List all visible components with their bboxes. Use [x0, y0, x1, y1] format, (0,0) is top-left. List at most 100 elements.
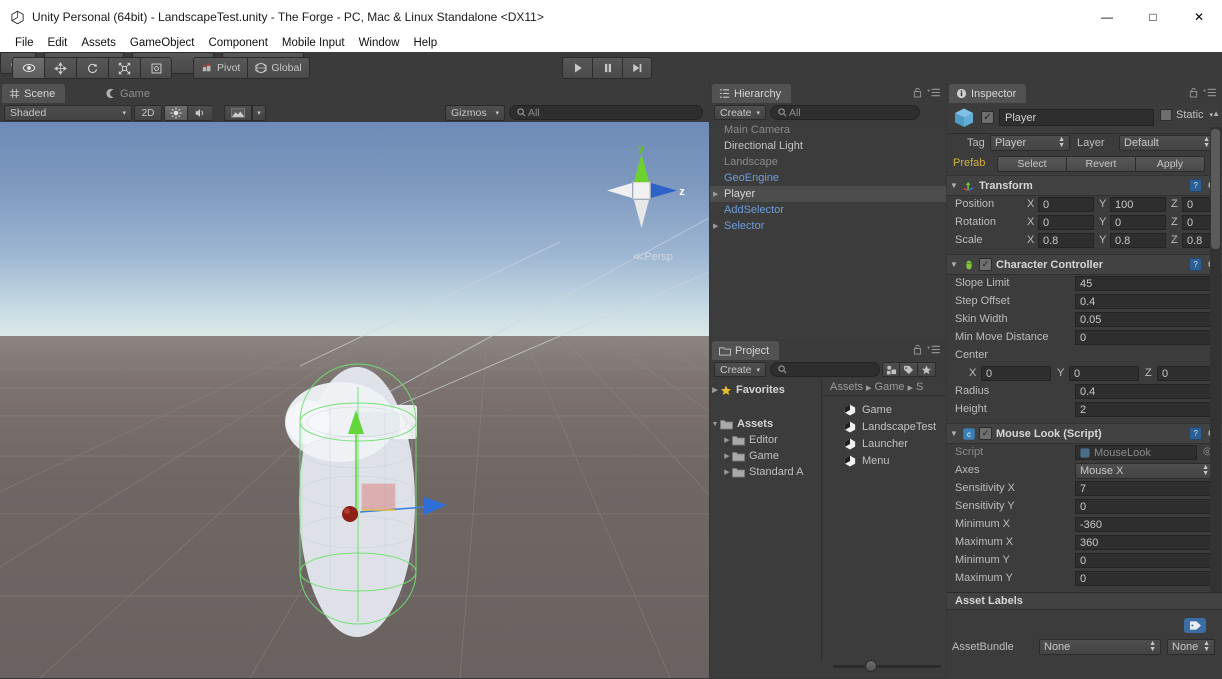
- layer-dropdown[interactable]: Default ▲ ▼: [1119, 135, 1215, 151]
- menu-file[interactable]: File: [8, 34, 41, 52]
- height-field[interactable]: 2: [1075, 402, 1214, 417]
- center-y-field[interactable]: 0: [1069, 366, 1139, 381]
- scroll-up-arrow-icon[interactable]: ▲: [1212, 109, 1220, 118]
- tab-project[interactable]: Project: [712, 341, 780, 360]
- minimum-y-field[interactable]: 0: [1075, 553, 1214, 568]
- hierarchy-list[interactable]: Main Camera Directional Light Landscape …: [710, 122, 946, 340]
- hierarchy-create-button[interactable]: Create ▾: [714, 105, 766, 120]
- prefab-select-button[interactable]: Select: [997, 156, 1067, 172]
- project-tree-editor[interactable]: ▶ Editor: [710, 432, 821, 448]
- filter-by-type-button[interactable]: [882, 362, 900, 377]
- global-button[interactable]: Global: [247, 57, 310, 79]
- slider-knob[interactable]: [865, 660, 877, 672]
- component-enabled-checkbox[interactable]: ✓: [979, 427, 992, 440]
- maximize-button[interactable]: □: [1130, 0, 1176, 34]
- panel-options-icon[interactable]: [927, 345, 940, 354]
- filter-by-label-button[interactable]: [900, 362, 918, 377]
- axes-dropdown[interactable]: Mouse X ▲ ▼: [1075, 463, 1214, 479]
- breadcrumb-item-game[interactable]: Game: [875, 381, 905, 393]
- hierarchy-panel-menu[interactable]: [913, 87, 940, 98]
- scale-y-field[interactable]: 0.8: [1110, 233, 1166, 248]
- center-x-field[interactable]: 0: [981, 366, 1051, 381]
- menu-assets[interactable]: Assets: [74, 34, 123, 52]
- hierarchy-item-player[interactable]: ▶ Player: [710, 186, 946, 202]
- panel-options-icon[interactable]: [927, 88, 940, 97]
- tab-inspector[interactable]: Inspector: [949, 84, 1027, 103]
- object-name-field[interactable]: Player: [999, 109, 1154, 126]
- hierarchy-item-main-camera[interactable]: Main Camera: [710, 122, 946, 138]
- lock-icon[interactable]: [913, 344, 922, 355]
- maximum-x-field[interactable]: 360: [1075, 535, 1214, 550]
- tab-scene[interactable]: Scene: [2, 84, 66, 103]
- minimum-x-field[interactable]: -360: [1075, 517, 1214, 532]
- menu-gameobject[interactable]: GameObject: [123, 34, 202, 52]
- min-move-distance-field[interactable]: 0: [1075, 330, 1214, 345]
- label-tag-button[interactable]: [1184, 618, 1206, 633]
- project-zoom-slider[interactable]: [823, 660, 943, 672]
- lock-icon[interactable]: [913, 87, 922, 98]
- project-tree-assets[interactable]: ▼ Assets: [710, 416, 821, 432]
- prefab-revert-button[interactable]: Revert: [1067, 156, 1136, 172]
- object-active-checkbox[interactable]: ✓: [981, 111, 994, 124]
- project-create-button[interactable]: Create ▾: [714, 362, 766, 377]
- component-header-character-controller[interactable]: ▼ ✓ Character Controller ? ⚙: [947, 254, 1222, 275]
- toggle-lighting-button[interactable]: [164, 105, 188, 121]
- radius-field[interactable]: 0.4: [1075, 384, 1214, 399]
- project-tree[interactable]: ▶ Favorites ▼ Assets ▶ Editor ▶ Game ▶ S…: [710, 379, 822, 660]
- tab-hierarchy[interactable]: Hierarchy: [712, 84, 792, 103]
- slope-limit-field[interactable]: 45: [1075, 276, 1214, 291]
- scale-x-field[interactable]: 0.8: [1038, 233, 1094, 248]
- rotation-y-field[interactable]: 0: [1110, 215, 1166, 230]
- rotate-tool-button[interactable]: [76, 57, 108, 79]
- pivot-button[interactable]: Pivot: [193, 57, 248, 79]
- component-header-transform[interactable]: ▼ Transform ? ⚙: [947, 175, 1222, 196]
- hierarchy-item-selector[interactable]: ▶ Selector: [710, 218, 946, 234]
- lock-icon[interactable]: [1189, 87, 1198, 98]
- project-search-input[interactable]: [770, 362, 880, 377]
- menu-help[interactable]: Help: [406, 34, 444, 52]
- expand-arrow-icon[interactable]: ▶: [722, 452, 732, 460]
- center-z-field[interactable]: 0: [1157, 366, 1216, 381]
- project-tree-game[interactable]: ▶ Game: [710, 448, 821, 464]
- project-file-game[interactable]: Game: [822, 401, 946, 418]
- scrollbar-thumb[interactable]: [1211, 129, 1220, 249]
- hierarchy-search-input[interactable]: All: [770, 105, 920, 120]
- static-flags-toggle[interactable]: Static ▾: [1160, 109, 1213, 121]
- pause-button[interactable]: [592, 57, 622, 79]
- project-file-landscapetest[interactable]: LandscapeTest: [822, 418, 946, 435]
- favorites-filter-button[interactable]: [918, 362, 936, 377]
- project-file-menu[interactable]: Menu: [822, 452, 946, 469]
- inspector-panel-menu[interactable]: [1189, 87, 1216, 98]
- toggle-effects-button[interactable]: [224, 105, 252, 121]
- help-icon[interactable]: ?: [1189, 427, 1203, 440]
- collapse-arrow-icon[interactable]: ▼: [947, 260, 961, 269]
- shading-mode-dropdown[interactable]: Shaded ▾: [4, 105, 132, 121]
- expand-arrow-icon[interactable]: ▶: [722, 436, 732, 444]
- tag-dropdown[interactable]: Player ▲ ▼: [990, 135, 1070, 151]
- move-tool-button[interactable]: [44, 57, 76, 79]
- expand-arrow-icon[interactable]: ▶: [713, 222, 718, 230]
- sensitivity-y-field[interactable]: 0: [1075, 499, 1214, 514]
- help-icon[interactable]: ?: [1189, 179, 1203, 192]
- expand-arrow-icon[interactable]: ▶: [713, 190, 718, 198]
- panel-options-icon[interactable]: [1203, 88, 1216, 97]
- breadcrumb-item-assets[interactable]: Assets: [830, 381, 863, 393]
- step-button[interactable]: [622, 57, 652, 79]
- prefab-apply-button[interactable]: Apply: [1136, 156, 1205, 172]
- project-tree-standard-assets[interactable]: ▶ Standard A: [710, 464, 821, 480]
- gizmos-dropdown[interactable]: Gizmos ▾: [445, 105, 505, 121]
- inspector-scrollbar[interactable]: [1210, 127, 1221, 667]
- project-panel-menu[interactable]: [913, 344, 940, 355]
- effects-dropdown-button[interactable]: ▾: [252, 105, 266, 121]
- project-file-list[interactable]: Assets ▸ Game ▸ S Game LandscapeTest Lau…: [822, 379, 946, 660]
- minimize-button[interactable]: —: [1084, 0, 1130, 34]
- position-x-field[interactable]: 0: [1038, 197, 1094, 212]
- collapse-arrow-icon[interactable]: ▼: [947, 429, 961, 438]
- collapse-arrow-icon[interactable]: ▼: [947, 181, 961, 190]
- scene-viewport[interactable]: y z ≪Persp: [0, 122, 709, 678]
- help-icon[interactable]: ?: [1189, 258, 1203, 271]
- collapse-arrow-icon[interactable]: ▼: [710, 421, 720, 428]
- project-tree-favorites[interactable]: ▶ Favorites: [710, 382, 821, 398]
- menu-edit[interactable]: Edit: [41, 34, 75, 52]
- menu-mobile-input[interactable]: Mobile Input: [275, 34, 352, 52]
